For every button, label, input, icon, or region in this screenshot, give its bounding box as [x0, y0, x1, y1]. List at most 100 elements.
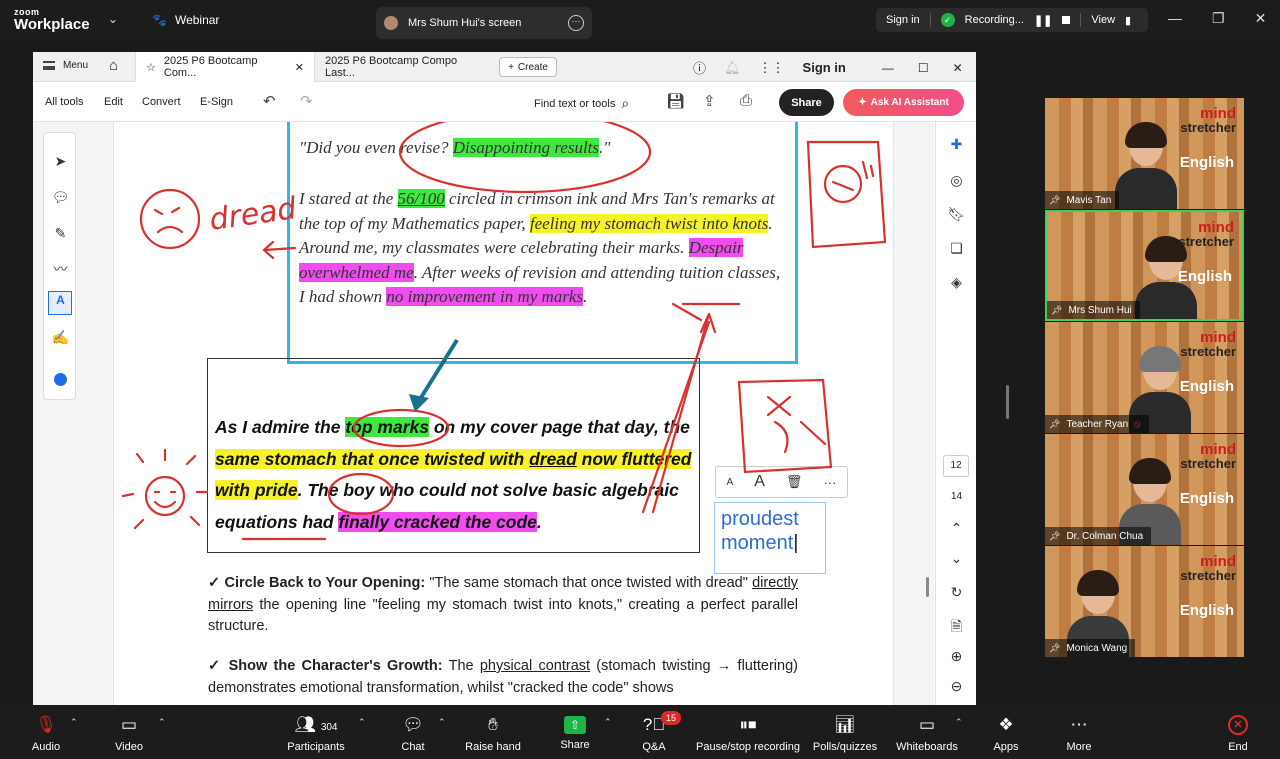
share-screen-button[interactable]: ⇧ Share — [555, 713, 595, 751]
select-cursor-icon[interactable]: ➤ — [44, 153, 77, 170]
share-options-caret[interactable]: ⌃ — [604, 717, 612, 728]
pause-stop-recording-button[interactable]: ⏸︎⏹︎ Pause/stop recording — [694, 713, 802, 753]
whiteboards-button[interactable]: ▭ Whiteboards — [892, 713, 962, 753]
pin-icon: 📌︎ — [1049, 194, 1061, 205]
whiteboards-options-caret[interactable]: ⌃ — [955, 717, 963, 728]
find-tools[interactable]: Find text or tools ⌕ — [534, 95, 629, 112]
more-options-icon[interactable]: ··· — [568, 15, 584, 31]
minimize-icon[interactable]: — — [1168, 10, 1182, 27]
apps-button[interactable]: ❖ Apps — [986, 713, 1026, 753]
view-layout-icon[interactable]: ▮ — [1125, 14, 1131, 27]
chat-button[interactable]: 💬︎ Chat — [394, 713, 432, 753]
restore-icon[interactable]: ❐ — [1212, 10, 1225, 27]
end-meeting-button[interactable]: ✕ End — [1220, 713, 1256, 753]
esign-button[interactable]: E-Sign — [200, 96, 233, 108]
color-picker[interactable] — [54, 373, 67, 386]
stamp-icon[interactable]: ✍ — [44, 329, 77, 346]
all-tools-button[interactable]: All tools — [45, 96, 84, 108]
participant-name-tag: 📌︎ Monica Wang — [1045, 639, 1136, 657]
view-button[interactable]: View — [1091, 14, 1115, 26]
create-button[interactable]: + Create — [499, 57, 557, 77]
annotation-text-box[interactable]: proudest moment| — [714, 502, 826, 574]
sign-in-link[interactable]: Sign in — [886, 14, 920, 26]
star-icon[interactable]: ☆ — [146, 61, 156, 74]
print-icon[interactable]: ⎙ — [740, 92, 752, 109]
comment-icon[interactable]: 💬︎ — [44, 189, 77, 206]
stop-recording-icon[interactable] — [1062, 16, 1071, 24]
participants-button[interactable]: 👥︎ 304 Participants — [283, 713, 349, 753]
webinar-indicator[interactable]: 🐾 Webinar — [152, 13, 219, 27]
tab-document-2[interactable]: 2025 P6 Bootcamp Compo Last... — [315, 52, 495, 82]
acrobat-sign-in[interactable]: Sign in — [803, 60, 846, 75]
polls-button[interactable]: 📊︎ Polls/quizzes — [812, 713, 878, 753]
logo-workplace-text: Workplace — [14, 16, 90, 33]
acrobat-right-rail: ✚ ◎ 🔖︎ ❏ ◈ 12 14 ⌃ ⌄ ↻ 🗎 ⊕ ⊖ — [935, 122, 976, 705]
refresh-icon[interactable]: ↻ — [936, 584, 976, 601]
pages-icon[interactable]: ❏ — [936, 240, 976, 257]
current-page-field[interactable]: 12 — [943, 455, 969, 477]
participant-tile[interactable]: mind stretcher English 📌︎ Monica Wang — [1045, 546, 1244, 657]
document-viewport[interactable]: ➤ 💬︎ ✎ 〰 A ✍ "Did you even revise? Disap… — [33, 122, 976, 705]
link-icon[interactable]: ◎ — [936, 172, 976, 189]
apps-grid-icon[interactable]: ⋮⋮ — [759, 60, 785, 76]
menu-button[interactable]: Menu — [43, 60, 88, 71]
highlight-pen-icon[interactable]: ✎ — [44, 225, 77, 242]
video-button[interactable]: ▭ Video — [109, 713, 149, 753]
shared-screen-tab[interactable]: Mrs Shum Hui's screen ··· — [376, 7, 592, 39]
upload-cloud-icon[interactable]: ⇪ — [703, 92, 716, 110]
participant-tile[interactable]: mind stretcher English 📌︎ Dr. Colman Chua — [1045, 434, 1244, 545]
save-icon[interactable]: 💾︎ — [666, 92, 685, 110]
participant-tile[interactable]: mind stretcher English 📌︎ Teacher Ryan ⦸ — [1045, 322, 1244, 433]
highlight-yellow: same stomach that once twisted with — [215, 448, 530, 469]
shield-check-icon[interactable]: ✓ — [940, 13, 955, 27]
share-button[interactable]: Share — [779, 89, 834, 116]
tab-document-1[interactable]: ☆ 2025 P6 Bootcamp Com... ✕ — [135, 52, 315, 82]
scrollbar-thumb[interactable] — [926, 577, 929, 597]
redo-icon[interactable]: ↷ — [300, 92, 313, 110]
page-up-icon[interactable]: ⌃ — [936, 520, 976, 537]
chat-options-caret[interactable]: ⌃ — [438, 717, 446, 728]
edit-button[interactable]: Edit — [104, 96, 123, 108]
chevron-down-icon[interactable]: ⌄ — [108, 12, 118, 26]
undo-icon[interactable]: ↶ — [263, 92, 276, 110]
page-down-icon[interactable]: ⌄ — [936, 550, 976, 567]
zoom-out-icon[interactable]: ⊖ — [936, 678, 976, 695]
participant-name-tag: 📌︎ Mavis Tan — [1045, 191, 1120, 209]
freehand-draw-icon[interactable]: 〰 — [44, 259, 77, 279]
panel-resize-handle[interactable] — [1006, 385, 1009, 419]
help-icon[interactable]: ⓘ — [693, 58, 706, 77]
participant-tile[interactable]: mind stretcher English 📌︎ Mavis Tan — [1045, 98, 1244, 209]
maximize-icon[interactable]: ☐ — [918, 61, 929, 75]
video-options-caret[interactable]: ⌃ — [158, 717, 166, 728]
comment-panel-icon[interactable]: ✚ — [936, 136, 976, 153]
more-button[interactable]: ⋯ More — [1059, 713, 1099, 753]
minimize-icon[interactable]: — — [882, 61, 894, 75]
audio-options-caret[interactable]: ⌃ — [70, 717, 78, 728]
participants-options-caret[interactable]: ⌃ — [358, 717, 366, 728]
convert-button[interactable]: Convert — [142, 96, 181, 108]
audio-button[interactable]: 🎙︎ Audio — [26, 713, 66, 753]
close-icon[interactable]: ✕ — [1255, 10, 1267, 27]
close-tab-icon[interactable]: ✕ — [295, 61, 304, 74]
decrease-font-icon[interactable]: A — [727, 477, 734, 488]
participant-tile-active-speaker[interactable]: mind stretcher English 📌︎ Mrs Shum Hui — [1045, 210, 1244, 321]
qa-label: Q&A — [642, 741, 666, 753]
delete-icon[interactable]: 🗑︎ — [786, 474, 803, 490]
pause-recording-icon[interactable]: ❚❚ — [1034, 14, 1052, 27]
ask-ai-assistant-button[interactable]: ✦ Ask AI Assistant — [843, 89, 964, 116]
zoom-workplace-logo[interactable]: zoom Workplace — [14, 8, 90, 33]
more-icon[interactable]: ··· — [823, 475, 836, 490]
brand-line: mind — [1200, 441, 1236, 458]
close-icon[interactable]: ✕ — [953, 61, 963, 75]
more-icon: ⋯ — [1070, 715, 1088, 734]
home-icon[interactable]: ⌂ — [109, 57, 118, 74]
zoom-in-icon[interactable]: ⊕ — [936, 648, 976, 665]
text-box-icon[interactable]: A — [44, 293, 77, 307]
bookmark-icon[interactable]: 🔖︎ — [936, 206, 976, 223]
layers-icon[interactable]: ◈ — [936, 274, 976, 291]
bell-icon[interactable]: 🔔︎ — [724, 60, 741, 76]
raise-hand-button[interactable]: ✋︎ Raise hand — [462, 713, 524, 753]
increase-font-icon[interactable]: A — [754, 473, 765, 491]
page-fit-icon[interactable]: 🗎 — [936, 616, 976, 640]
shared-screen-acrobat: Menu ⌂ ☆ 2025 P6 Bootcamp Com... ✕ 2025 … — [33, 52, 976, 705]
